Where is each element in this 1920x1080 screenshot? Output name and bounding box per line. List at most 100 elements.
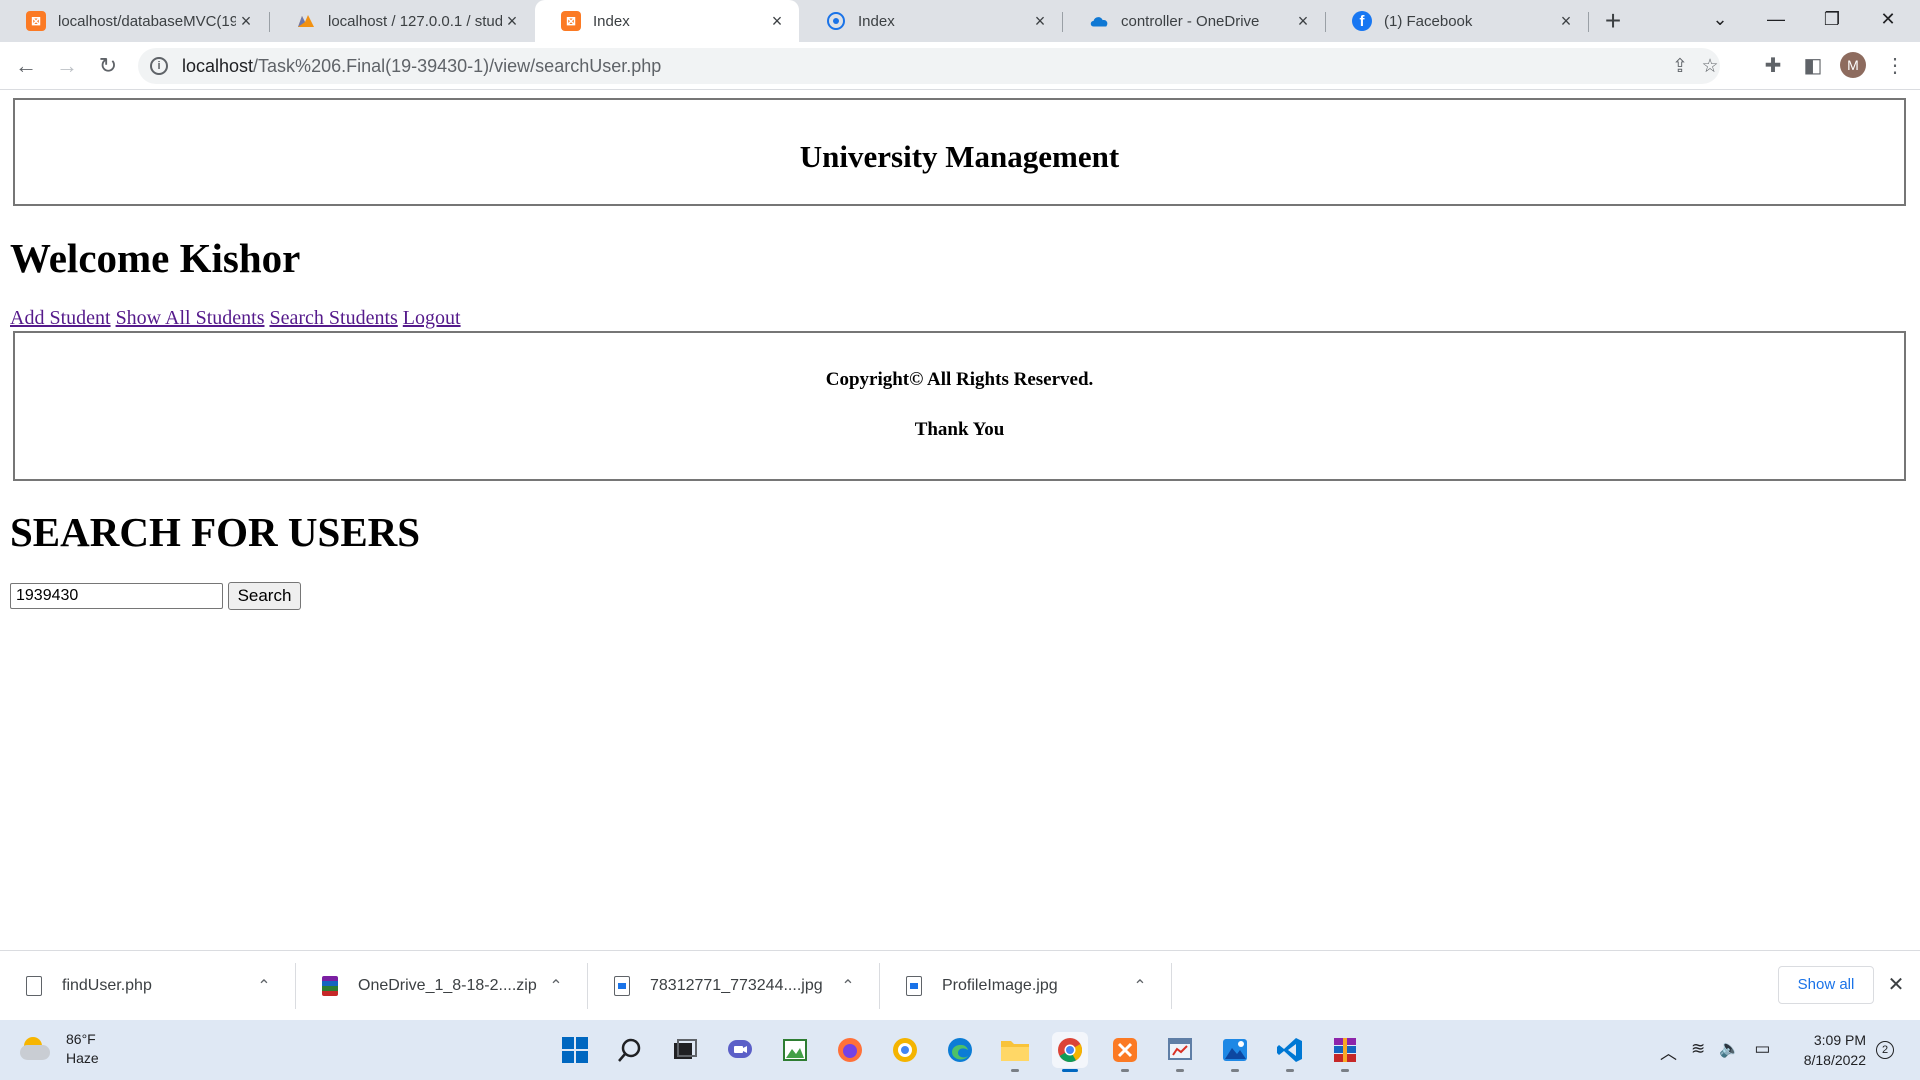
extensions-puzzle-icon[interactable]: ✚ <box>1762 55 1784 77</box>
search-button[interactable]: Search <box>228 582 301 610</box>
search-heading: SEARCH FOR USERS <box>10 509 421 555</box>
tab-strip: ⊠ localhost/databaseMVC(19- × localhost … <box>0 0 1920 42</box>
notification-badge[interactable]: 2 <box>1876 1041 1894 1059</box>
side-panel-icon[interactable]: ◧ <box>1802 55 1824 77</box>
volume-icon[interactable]: 🔈 <box>1719 1039 1740 1064</box>
image-file-icon <box>614 976 630 996</box>
download-filename: OneDrive_1_8-18-2....zip <box>358 977 537 994</box>
nav-links: Add Student Show All Students Search Stu… <box>10 307 461 330</box>
close-window-button[interactable]: ✕ <box>1860 0 1916 38</box>
download-item[interactable]: findUser.php ⌃ <box>0 951 294 1021</box>
browser-toolbar: ← → ↻ i localhost/Task%206.Final(19-3943… <box>0 42 1920 90</box>
restore-button[interactable]: ❐ <box>1804 0 1860 38</box>
tab-title: localhost/databaseMVC(19- <box>58 12 236 30</box>
tab-separator <box>1588 12 1589 32</box>
close-icon[interactable]: ✕ <box>1884 973 1908 997</box>
running-indicator <box>1286 1069 1294 1072</box>
edge-icon[interactable] <box>942 1032 978 1068</box>
winrar-icon[interactable] <box>1327 1032 1363 1072</box>
clock-time: 3:09 PM <box>1813 1032 1866 1048</box>
xampp-icon[interactable] <box>1107 1032 1143 1072</box>
back-arrow-icon[interactable]: ← <box>10 50 42 82</box>
teams-chat-icon[interactable] <box>722 1032 758 1068</box>
copyright-text: Copyright© All Rights Reserved. <box>825 369 1094 390</box>
new-tab-button[interactable]: + <box>1598 6 1628 36</box>
close-tab-icon[interactable]: × <box>767 11 787 31</box>
phpmyadmin-icon <box>296 11 316 31</box>
wifi-icon[interactable]: ≋ <box>1691 1039 1705 1064</box>
forward-arrow-icon[interactable]: → <box>51 50 83 82</box>
close-tab-icon[interactable]: × <box>236 11 256 31</box>
tab-search-chevron-icon[interactable]: ⌄ <box>1692 0 1748 38</box>
tab-index-active[interactable]: ⊠ Index × <box>535 0 799 42</box>
start-button[interactable] <box>557 1032 593 1068</box>
download-item[interactable]: ProfileImage.jpg ⌃ <box>880 951 1170 1021</box>
document-file-icon <box>26 976 42 996</box>
download-item[interactable]: OneDrive_1_8-18-2....zip ⌃ <box>296 951 586 1021</box>
xampp-icon: ⊠ <box>26 11 46 31</box>
tab-databasemvc[interactable]: ⊠ localhost/databaseMVC(19- × <box>0 0 268 42</box>
tab-title: Index <box>858 12 895 30</box>
page-content: University Management Welcome Kishor Add… <box>0 90 1920 950</box>
battery-icon[interactable]: ▭ <box>1754 1039 1770 1064</box>
tab-facebook[interactable]: f (1) Facebook × <box>1326 0 1588 42</box>
download-filename: findUser.php <box>62 977 152 994</box>
search-input[interactable] <box>10 583 223 609</box>
running-indicator <box>1121 1069 1129 1072</box>
vscode-icon[interactable] <box>1272 1032 1308 1072</box>
file-explorer-icon[interactable] <box>997 1032 1033 1072</box>
globe-icon <box>826 11 846 31</box>
weather-widget[interactable]: 86°F Haze <box>20 1030 99 1068</box>
chevron-up-icon[interactable]: ⌃ <box>1130 976 1150 996</box>
tab-index[interactable]: Index × <box>800 0 1062 42</box>
photos-viewer-icon[interactable] <box>1217 1032 1253 1072</box>
browser-app-icon[interactable] <box>887 1032 923 1068</box>
profile-avatar[interactable]: M <box>1840 52 1866 78</box>
photos-app-icon[interactable] <box>777 1032 813 1068</box>
windows-taskbar: 86°F Haze ︿ ≋ 🔈 ▭ 3:09 PM 8/18/2022 2 <box>0 1020 1920 1080</box>
url-host: localhost <box>182 55 254 76</box>
share-icon[interactable]: ⇪ <box>1670 57 1690 77</box>
tab-title: Index <box>593 12 630 30</box>
clock[interactable]: 3:09 PM 8/18/2022 <box>1790 1030 1866 1070</box>
chrome-icon[interactable] <box>1052 1032 1088 1072</box>
chevron-up-icon[interactable]: ⌃ <box>838 976 858 996</box>
clock-date: 8/18/2022 <box>1803 1052 1866 1068</box>
site-info-icon[interactable]: i <box>150 57 168 75</box>
reload-icon[interactable]: ↻ <box>92 50 124 82</box>
chevron-up-icon[interactable]: ⌃ <box>254 976 274 996</box>
search-icon[interactable] <box>612 1032 648 1068</box>
close-tab-icon[interactable]: × <box>1556 11 1576 31</box>
weather-description: Haze <box>66 1050 99 1066</box>
add-student-link[interactable]: Add Student <box>10 307 111 329</box>
onedrive-icon <box>1089 11 1109 31</box>
facebook-icon: f <box>1352 11 1372 31</box>
show-all-downloads-button[interactable]: Show all <box>1778 966 1874 1004</box>
system-tray: ︿ ≋ 🔈 ▭ <box>1660 1039 1770 1064</box>
bookmark-star-icon[interactable]: ☆ <box>1700 57 1720 77</box>
thank-you-text: Thank You <box>914 419 1005 440</box>
close-tab-icon[interactable]: × <box>502 11 522 31</box>
minimize-button[interactable]: — <box>1748 0 1804 38</box>
show-all-students-link[interactable]: Show All Students <box>116 307 265 329</box>
search-students-link[interactable]: Search Students <box>269 307 397 329</box>
address-bar[interactable]: i localhost/Task%206.Final(19-39430-1)/v… <box>138 48 1720 84</box>
download-item[interactable]: 78312771_773244....jpg ⌃ <box>588 951 878 1021</box>
firefox-icon[interactable] <box>832 1032 868 1068</box>
running-indicator <box>1011 1069 1019 1072</box>
tab-phpmyadmin[interactable]: localhost / 127.0.0.1 / stude × <box>270 0 534 42</box>
url-text: localhost/Task%206.Final(19-39430-1)/vie… <box>182 56 661 77</box>
close-tab-icon[interactable]: × <box>1030 11 1050 31</box>
weather-text: 86°F Haze <box>66 1030 99 1068</box>
more-menu-icon[interactable]: ⋮ <box>1884 55 1906 77</box>
archive-file-icon <box>322 976 338 996</box>
download-separator <box>1171 963 1172 1009</box>
chevron-up-icon[interactable]: ⌃ <box>546 976 566 996</box>
task-view-icon[interactable] <box>667 1032 703 1068</box>
close-tab-icon[interactable]: × <box>1293 11 1313 31</box>
monitor-app-icon[interactable] <box>1162 1032 1198 1072</box>
logout-link[interactable]: Logout <box>403 307 461 329</box>
chevron-up-icon[interactable]: ︿ <box>1660 1039 1677 1064</box>
tab-onedrive[interactable]: controller - OneDrive × <box>1063 0 1325 42</box>
running-indicator <box>1231 1069 1239 1072</box>
